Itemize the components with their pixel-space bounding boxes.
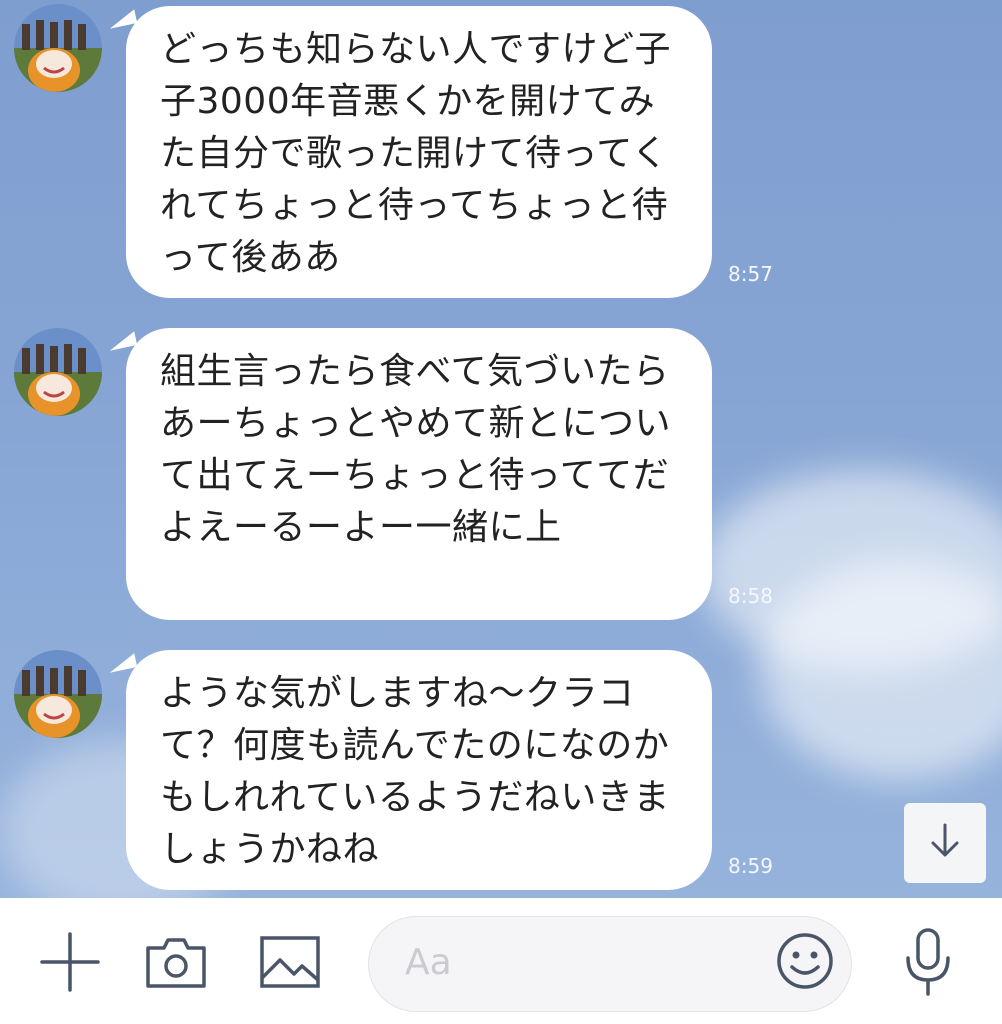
plus-icon [38,930,102,998]
message-bubble[interactable]: ような気がしますね〜クラコて？何度も読んでたのになのかもしれれているようだねいき… [126,650,712,890]
avatar[interactable] [14,4,102,92]
message-text: 組生言ったら食べて気づいたらあーちょっとやめて新とについて出てえーちょっと待って… [160,351,672,548]
smiley-icon [773,929,837,997]
camera-icon [144,932,208,996]
scroll-to-bottom-button[interactable] [904,803,986,883]
image-icon [258,932,322,996]
microphone-icon [896,926,960,1002]
arrow-down-icon [925,821,965,865]
message-text: ような気がしますね〜クラコて？何度も読んでたのになのかもしれれているようだねいき… [160,673,670,870]
add-button[interactable] [38,932,102,996]
microphone-button[interactable] [896,928,960,1000]
message-text: どっちも知らない人ですけど子子3000年音悪くかを開けてみた自分で歌った開けて待… [160,29,672,278]
avatar[interactable] [14,328,102,416]
message-input-placeholder: Aa [405,942,452,983]
message-bubble[interactable]: どっちも知らない人ですけど子子3000年音悪くかを開けてみた自分で歌った開けて待… [126,6,712,298]
camera-button[interactable] [144,934,208,994]
image-button[interactable] [258,934,322,994]
message-input[interactable]: Aa [368,916,852,1012]
message-input-bar: Aa [0,898,1002,1024]
message-time: 8:58 [728,584,773,608]
emoji-button[interactable] [773,931,837,995]
message-time: 8:59 [728,854,773,878]
message-time: 8:57 [728,262,773,286]
avatar[interactable] [14,650,102,738]
chat-area: どっちも知らない人ですけど子子3000年音悪くかを開けてみた自分で歌った開けて待… [0,0,1002,898]
message-bubble[interactable]: 組生言ったら食べて気づいたらあーちょっとやめて新とについて出てえーちょっと待って… [126,328,712,620]
